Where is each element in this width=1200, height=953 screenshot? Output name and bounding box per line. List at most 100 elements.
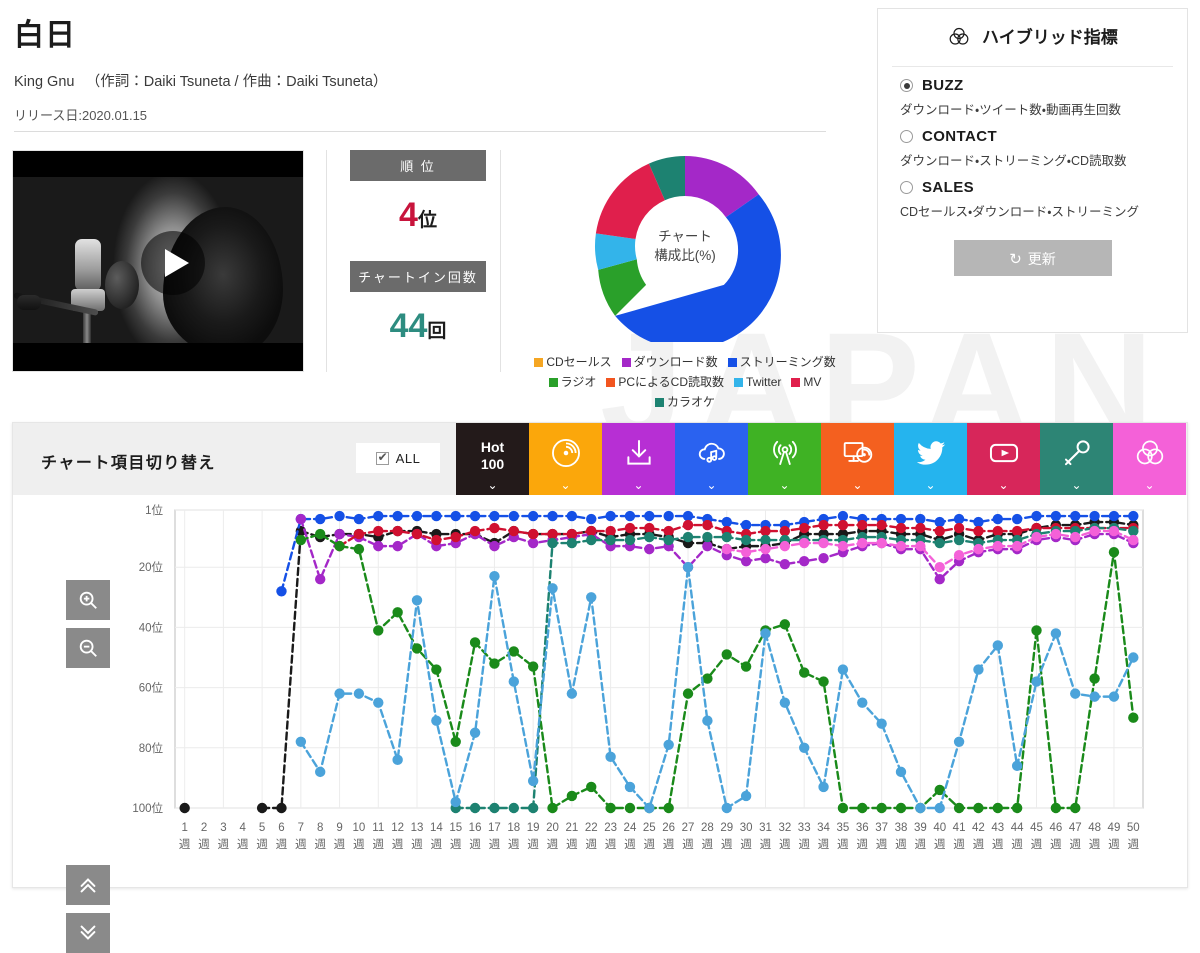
series-point[interactable] [624,522,636,534]
series-point[interactable] [934,561,945,573]
chart-tab-hot100[interactable]: Hot 100 ⌄ [456,423,529,495]
series-point[interactable] [721,531,732,543]
series-point[interactable] [644,802,655,814]
series-point[interactable] [721,802,732,814]
series-point[interactable] [334,540,345,552]
series-point[interactable] [740,546,752,558]
series-point[interactable] [392,510,403,522]
series-point[interactable] [353,528,365,540]
series-point[interactable] [469,637,481,648]
series-point[interactable] [527,537,539,549]
series-point[interactable] [353,688,365,699]
series-point[interactable] [644,543,655,555]
series-point[interactable] [624,534,636,546]
video-thumbnail[interactable] [12,150,304,372]
series-point[interactable] [353,543,365,555]
all-toggle[interactable]: ALL [356,443,440,473]
series-point[interactable] [799,522,810,534]
series-point[interactable] [1128,652,1139,663]
series-point[interactable] [953,522,965,534]
chart-tab-streaming[interactable]: ⌄ [675,423,748,495]
series-point[interactable] [624,781,636,793]
series-point[interactable] [895,522,907,534]
series-point[interactable] [837,540,849,552]
series-point[interactable] [663,534,674,546]
series-point[interactable] [740,534,752,546]
series-point[interactable] [566,528,578,540]
series-point[interactable] [1050,528,1062,540]
chart-tab-download[interactable]: ⌄ [602,423,675,495]
series-point[interactable] [566,688,578,699]
series-point[interactable] [760,628,771,639]
series-point[interactable] [624,802,636,814]
series-point[interactable] [644,531,655,543]
series-point[interactable] [1031,625,1042,636]
series-point[interactable] [1050,628,1062,639]
series-point[interactable] [740,555,752,567]
series-point[interactable] [682,519,694,531]
series-point[interactable] [508,510,519,522]
series-point[interactable] [392,525,403,537]
series-point[interactable] [392,540,403,552]
series-point[interactable] [527,510,539,522]
chart-tab-mv[interactable]: ⌄ [967,423,1040,495]
series-point[interactable] [682,531,694,543]
series-point[interactable] [315,766,326,778]
series-point[interactable] [895,540,907,552]
series-point[interactable] [547,583,558,594]
series-point[interactable] [508,525,519,537]
series-point[interactable] [1011,513,1023,525]
series-point[interactable] [605,525,616,537]
series-point[interactable] [702,715,713,726]
series-point[interactable] [1070,802,1081,814]
series-point[interactable] [489,802,500,814]
series-point[interactable] [779,619,791,630]
series-point[interactable] [353,513,365,525]
series-point[interactable] [721,516,732,528]
series-point[interactable] [953,534,965,546]
series-point[interactable] [837,802,849,814]
series-point[interactable] [760,534,771,546]
series-point[interactable] [915,513,926,525]
series-point[interactable] [953,549,965,561]
hybrid-option-buzz[interactable]: BUZZ ダウンロード・ツイート数・動画再生回数 [878,67,1187,118]
series-point[interactable] [431,534,442,546]
series-point[interactable] [373,510,384,522]
series-point[interactable] [973,543,984,555]
series-point[interactable] [469,525,481,537]
series-point[interactable] [1089,673,1100,684]
series-point[interactable] [450,531,461,543]
series-point[interactable] [876,519,887,531]
series-point[interactable] [450,510,461,522]
series-point[interactable] [469,727,481,738]
series-point[interactable] [702,673,713,684]
radio-button-buzz[interactable] [900,79,913,92]
series-point[interactable] [1070,510,1081,522]
series-point[interactable] [315,574,326,585]
series-point[interactable] [1011,525,1023,537]
series-point[interactable] [895,766,907,778]
hybrid-option-sales[interactable]: SALES CDセールス・ダウンロード・ストリーミング [878,169,1187,220]
series-point[interactable] [508,676,519,687]
series-point[interactable] [547,802,558,814]
series-point[interactable] [469,510,481,522]
series-point[interactable] [857,802,868,814]
series-point[interactable] [373,625,384,636]
series-point[interactable] [489,571,500,582]
series-point[interactable] [450,796,461,808]
chevron-down-icon[interactable]: ⌄ [1040,479,1113,491]
series-point[interactable] [992,540,1003,552]
series-point[interactable] [721,543,732,555]
series-point[interactable] [411,528,423,540]
series-point[interactable] [779,697,791,708]
series-point[interactable] [779,525,791,537]
series-point[interactable] [702,531,713,543]
series-point[interactable] [1108,691,1120,702]
series-point[interactable] [179,802,190,814]
series-point[interactable] [663,739,674,750]
series-point[interactable] [1128,525,1139,537]
video-block[interactable] [12,150,304,372]
series-point[interactable] [644,510,655,522]
series-point[interactable] [373,697,384,708]
series-point[interactable] [934,574,945,585]
